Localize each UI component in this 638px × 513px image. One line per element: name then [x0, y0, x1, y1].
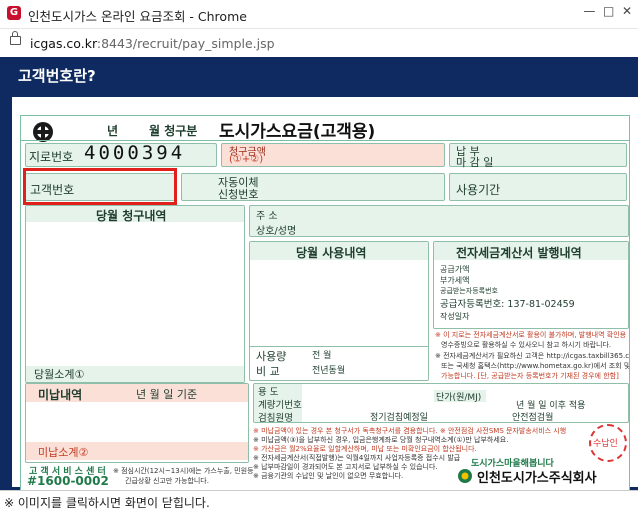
due-label2: 마 감 일 — [456, 156, 494, 169]
window-titlebar: G 인천도시가스 온라인 요금조회 - Chrome — □ ✕ — [0, 0, 638, 29]
giro-cell: 지로번호 4000394 — [25, 142, 217, 167]
address-label: 주 소 — [256, 211, 278, 222]
due-cell: 납 부 마 감 일 — [449, 143, 627, 169]
invoice-line-supplier: 공급자등록번호: 137-81-02459 — [440, 299, 575, 310]
charge-cell: 청구금액 (①+②) — [221, 143, 445, 167]
address-bar[interactable]: icgas.co.kr:8443/recruit/pay_simple.jsp — [0, 29, 638, 58]
giro-label: 지로번호 — [29, 150, 74, 164]
header-divider — [21, 140, 629, 141]
invoice-line-date: 작성일자 — [440, 312, 470, 321]
company-name: 인천도시가스주식회사 — [477, 471, 597, 486]
bill-title: 도시가스요금(고객용) — [219, 122, 376, 142]
safety-month-label: 안전점검월 — [512, 413, 554, 423]
meter-label: 계량기번호 — [258, 400, 302, 411]
purpose-label: 용 도 — [258, 387, 279, 398]
meter-table: 용 도 계량기번호 검침원명 단가(원/MJ) 년 월 일 이후 적용 정기검침… — [253, 383, 629, 424]
app-icon: G — [7, 6, 21, 20]
invoice-line-supply: 공급가액 — [440, 265, 470, 274]
inspect-date-label: 정기검침예정일 — [370, 413, 428, 423]
footer-bar: ※ 이미지를 클릭하시면 화면이 닫힙니다. — [0, 490, 638, 513]
invoice-notice: ※ 이 지로는 전자세금계산서로 활용이 불가하며, 발행내역 확인용 영수증빙… — [435, 331, 629, 380]
subtotal-label: 당월소계① — [34, 368, 85, 381]
compare-label: 비 교 — [256, 365, 280, 378]
inspector-label: 검침원명 — [258, 413, 293, 424]
usage-label: 사용량 — [256, 350, 287, 363]
prev-year-month: 전년동월 — [312, 366, 346, 376]
unpaid-subtotal: 미납소계② — [38, 446, 89, 459]
current-charges-title: 당월 청구내역 — [96, 209, 167, 223]
invoice-line-vat: 부가세액 — [440, 276, 470, 285]
header-year: 년 — [107, 124, 119, 138]
header-month: 월 청구분 — [149, 124, 198, 138]
lock-icon — [10, 31, 21, 45]
prev-month: 전 월 — [312, 351, 332, 361]
company-emblem-icon — [458, 469, 472, 483]
url-host: icgas.co.kr — [30, 36, 97, 51]
service-center-note: ※ 점심시간(12시~13시)에는 가스누출, 민원등 — [113, 467, 254, 475]
unpaid-date: 년 월 일 기준 — [136, 388, 198, 401]
autopay-cell: 자동이체 신청번호 — [181, 173, 445, 201]
period-label: 사용기간 — [456, 183, 501, 197]
unit-price-label: 단가(원/MJ) — [436, 393, 482, 403]
unpaid-panel: 미납내역 년 월 일 기준 미납소계② — [25, 383, 249, 463]
payment-stamp: 수납인 — [589, 424, 627, 462]
period-cell: 사용기간 — [449, 173, 627, 201]
giro-number: 4000394 — [84, 142, 186, 164]
service-center-phone: #1600-0002 — [27, 474, 109, 488]
invoice-panel: 전자세금계산서 발행내역 공급가액 부가세액 공급받는자등록번호 공급자등록번호… — [433, 241, 629, 329]
customer-number-highlight — [23, 168, 177, 205]
invoice-line-buyer: 공급받는자등록번호 — [440, 287, 498, 295]
url-text[interactable]: icgas.co.kr:8443/recruit/pay_simple.jsp — [30, 36, 275, 51]
footer-note: ※ 이미지를 클릭하시면 화면이 닫힙니다. — [4, 496, 210, 510]
invoice-title: 전자세금계산서 발행내역 — [456, 246, 582, 260]
name-label: 상호/성명 — [256, 226, 297, 237]
service-center-note2: 긴급상황 신고만 가능합니다. — [125, 477, 209, 485]
window-controls[interactable]: — □ ✕ — [583, 4, 632, 18]
unpaid-title: 미납내역 — [38, 388, 83, 402]
address-cell: 주 소 상호/성명 — [249, 205, 629, 237]
autopay-label2: 신청번호 — [218, 188, 259, 201]
page-heading: 고객번호란? — [18, 67, 96, 85]
window-title: 인천도시가스 온라인 요금조회 - Chrome — [28, 9, 247, 24]
charge-sub: (①+②) — [229, 154, 264, 165]
current-charges-panel: 당월 청구내역 당월소계① — [25, 205, 245, 383]
usage-panel: 당월 사용내역 사용량 비 교 전 월 전년동월 — [249, 241, 429, 381]
url-path: :8443/recruit/pay_simple.jsp — [96, 36, 275, 51]
usage-title: 당월 사용내역 — [296, 246, 367, 260]
